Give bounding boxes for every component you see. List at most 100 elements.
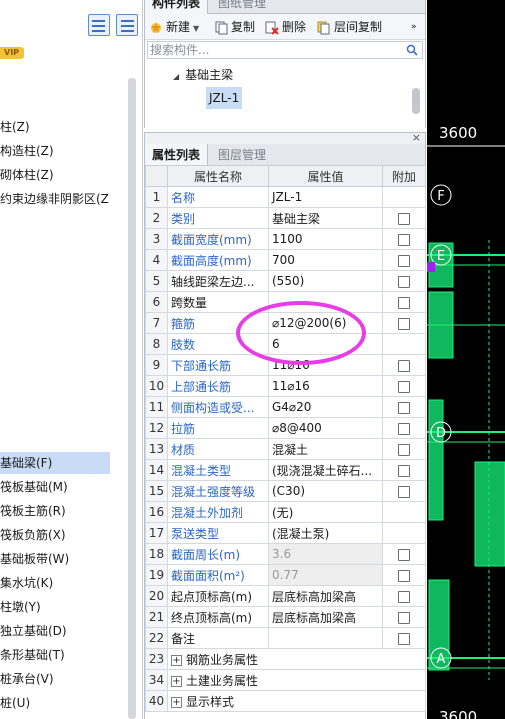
property-group-row[interactable]: 40 + 显示样式: [145, 690, 426, 712]
property-group-row[interactable]: 23 + 钢筋业务属性: [145, 648, 426, 670]
property-row[interactable]: 12 拉筋 ⌀8@400: [145, 417, 426, 439]
property-value[interactable]: 11⌀16: [268, 375, 383, 397]
property-row[interactable]: 2 类别 基础主梁: [145, 207, 426, 229]
add-checkbox[interactable]: [398, 296, 410, 309]
add-checkbox[interactable]: [398, 485, 410, 498]
collapse-triangle-icon[interactable]: ◢: [173, 72, 179, 81]
component-search-input[interactable]: [148, 42, 398, 58]
search-icon[interactable]: [406, 44, 418, 56]
property-row[interactable]: 21 终点顶标高(m) 层底标高加梁高: [145, 606, 426, 628]
property-row[interactable]: 18 截面周长(m) 3.6: [145, 543, 426, 565]
property-value[interactable]: G4⌀20: [268, 396, 383, 418]
add-checkbox[interactable]: [398, 212, 410, 225]
expand-icon[interactable]: +: [171, 675, 182, 687]
nav-item-isolated-footing[interactable]: 独立基础(D): [0, 620, 110, 642]
property-value[interactable]: [268, 291, 383, 313]
property-value[interactable]: 基础主梁: [268, 207, 383, 229]
add-checkbox[interactable]: [398, 632, 410, 645]
nav-item-masonry-column[interactable]: 砌体柱(Z): [0, 164, 110, 186]
add-checkbox[interactable]: [398, 422, 410, 435]
nav-item-foundation-strip[interactable]: 基础板带(W): [0, 548, 110, 570]
tab-drawing-management[interactable]: 图纸管理: [211, 0, 273, 14]
property-row[interactable]: 10 上部通长筋 11⌀16: [145, 375, 426, 397]
nav-item-foundation-beam[interactable]: 基础梁(F): [0, 452, 110, 474]
property-row[interactable]: 7 箍筋 ⌀12@200(6): [145, 312, 426, 334]
nav-item-raft-foundation[interactable]: 筏板基础(M): [0, 476, 110, 498]
add-checkbox[interactable]: [398, 464, 410, 477]
property-value[interactable]: (现浇混凝土碎石...: [268, 459, 383, 481]
expand-icon[interactable]: +: [171, 654, 182, 666]
nav-item-column-pier[interactable]: 柱墩(Y): [0, 596, 110, 618]
property-value[interactable]: 6: [268, 333, 383, 355]
drawing-canvas[interactable]: 3600 F E D A 3600: [427, 0, 505, 719]
add-checkbox[interactable]: [398, 548, 410, 561]
property-row[interactable]: 16 混凝土外加剂 (无): [145, 501, 426, 523]
add-checkbox[interactable]: [398, 380, 410, 393]
property-row[interactable]: 1 名称 JZL-1: [145, 186, 426, 208]
close-icon[interactable]: ×: [412, 131, 421, 144]
nav-item-pile-cap[interactable]: 桩承台(V): [0, 668, 110, 690]
property-value[interactable]: ⌀12@200(6): [268, 312, 383, 334]
property-row[interactable]: 5 轴线距梁左边... (550): [145, 270, 426, 292]
nav-item-pile[interactable]: 桩(U): [0, 692, 110, 714]
delete-button[interactable]: 删除: [265, 17, 306, 37]
left-panel-scrollbar[interactable]: [128, 78, 136, 719]
group-cell[interactable]: + 显示样式: [167, 690, 426, 712]
group-cell[interactable]: + 钢筋业务属性: [167, 648, 426, 670]
property-row[interactable]: 19 截面面积(m²) 0.77: [145, 564, 426, 586]
expand-icon[interactable]: +: [171, 696, 182, 708]
property-row[interactable]: 20 起点顶标高(m) 层底标高加梁高: [145, 585, 426, 607]
nav-item-column[interactable]: 柱(Z): [0, 116, 110, 138]
tab-layer-management[interactable]: 图层管理: [211, 144, 273, 166]
add-checkbox[interactable]: [398, 611, 410, 624]
add-checkbox[interactable]: [398, 569, 410, 582]
new-button[interactable]: 新建 ▼: [149, 17, 199, 37]
tab-property-list[interactable]: 属性列表: [145, 144, 209, 166]
floor-copy-button[interactable]: 层间复制: [317, 17, 382, 37]
property-row[interactable]: 3 截面宽度(mm) 1100: [145, 228, 426, 250]
property-row[interactable]: 6 跨数量: [145, 291, 426, 313]
add-checkbox[interactable]: [398, 317, 410, 330]
nav-item-strip-footing[interactable]: 条形基础(T): [0, 644, 110, 666]
add-checkbox[interactable]: [398, 401, 410, 414]
property-row[interactable]: 11 侧面构造或受... G4⌀20: [145, 396, 426, 418]
add-checkbox[interactable]: [398, 443, 410, 456]
component-list-scrollbar[interactable]: [412, 88, 420, 114]
add-checkbox[interactable]: [398, 359, 410, 372]
property-value[interactable]: JZL-1: [268, 186, 383, 208]
property-value[interactable]: 700: [268, 249, 383, 271]
property-value[interactable]: 混凝土: [268, 438, 383, 460]
group-cell[interactable]: + 土建业务属性: [167, 669, 426, 691]
property-row[interactable]: 17 泵送类型 (混凝土泵): [145, 522, 426, 544]
add-checkbox[interactable]: [398, 275, 410, 288]
list-view-button[interactable]: [88, 14, 110, 36]
nav-item-raft-main-rebar[interactable]: 筏板主筋(R): [0, 500, 110, 522]
tree-node-jzl-1[interactable]: JZL-1: [206, 87, 243, 109]
add-checkbox[interactable]: [398, 254, 410, 267]
nav-item-constructional-column[interactable]: 构造柱(Z): [0, 140, 110, 162]
copy-button[interactable]: 复制: [215, 17, 255, 37]
property-value[interactable]: (550): [268, 270, 383, 292]
property-row[interactable]: 22 备注: [145, 627, 426, 649]
property-group-row[interactable]: 34 + 土建业务属性: [145, 669, 426, 691]
add-checkbox[interactable]: [398, 233, 410, 246]
property-value[interactable]: [268, 627, 383, 649]
property-value[interactable]: (无): [268, 501, 383, 523]
tree-node-foundation-main-beam[interactable]: ◢ 基础主梁: [173, 66, 233, 84]
property-row[interactable]: 4 截面高度(mm) 700: [145, 249, 426, 271]
property-value[interactable]: 1100: [268, 228, 383, 250]
property-value[interactable]: 11⌀16: [268, 354, 383, 376]
property-row[interactable]: 9 下部通长筋 11⌀16: [145, 354, 426, 376]
property-value[interactable]: 层底标高加梁高: [268, 606, 383, 628]
property-value[interactable]: 层底标高加梁高: [268, 585, 383, 607]
property-value[interactable]: (C30): [268, 480, 383, 502]
add-checkbox[interactable]: [398, 590, 410, 603]
tab-component-list[interactable]: 构件列表: [145, 0, 209, 14]
nav-item-sump-pit[interactable]: 集水坑(K): [0, 572, 110, 594]
nav-item-boundary-zone[interactable]: 约束边缘非阴影区(Z: [0, 188, 110, 210]
property-row[interactable]: 8 肢数 6: [145, 333, 426, 355]
property-row[interactable]: 15 混凝土强度等级 (C30): [145, 480, 426, 502]
grid-view-button[interactable]: [116, 14, 138, 36]
property-row[interactable]: 13 材质 混凝土: [145, 438, 426, 460]
property-row[interactable]: 14 混凝土类型 (现浇混凝土碎石...: [145, 459, 426, 481]
